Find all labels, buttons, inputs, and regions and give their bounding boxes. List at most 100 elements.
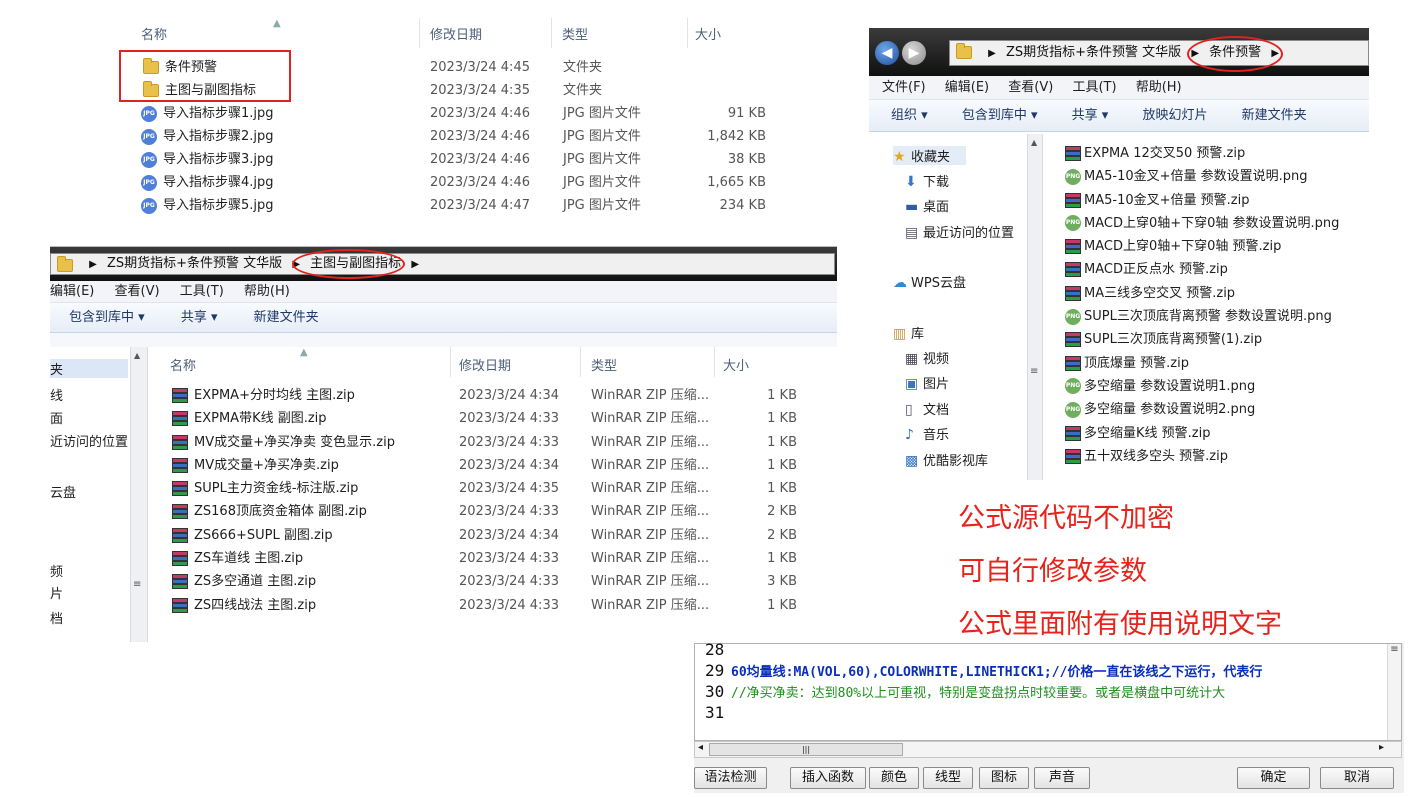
nav-item[interactable]: ▦ 视频	[905, 348, 949, 367]
file-row[interactable]: MV成交量+净买净卖 变色显示.zip 2023/3/24 4:33 WinRAR …	[148, 431, 837, 454]
code-line[interactable]: 28	[705, 639, 1395, 660]
nav-item[interactable]: 近访问的位置	[50, 431, 128, 450]
address-box[interactable]: ▶ ZS期货指标+条件预警 文华版 ▶ 条件预警 ▶	[949, 40, 1369, 66]
scroll-right-icon[interactable]: ▸	[1379, 742, 1384, 753]
column-header-date[interactable]: 修改日期	[459, 355, 511, 374]
nav-item[interactable]: 云盘	[50, 482, 76, 501]
file-row[interactable]: ZS四线战法 主图.zip 2023/3/24 4:33 WinRAR ZIP 压缩…	[148, 594, 837, 617]
file-row[interactable]: JPG 导入指标步骤3.jpg 2023/3/24 4:46 JPG 图片文件 38 K…	[123, 148, 788, 171]
line-type-button[interactable]: 线型	[923, 767, 973, 789]
nav-item[interactable]: ▬ 桌面	[905, 196, 949, 215]
file-row[interactable]: PNG SUPL三次顶底背离预警 参数设置说明.png	[1065, 305, 1369, 328]
file-row[interactable]: JPG 导入指标步骤5.jpg 2023/3/24 4:47 JPG 图片文件 234 …	[123, 194, 788, 217]
nav-item[interactable]: 面	[50, 408, 63, 427]
slideshow-button[interactable]: 放映幻灯片	[1142, 108, 1207, 123]
file-row[interactable]: MA三线多空交叉 预警.zip	[1065, 282, 1369, 305]
file-row[interactable]: EXPMA 12交叉50 预警.zip	[1065, 142, 1369, 165]
file-row[interactable]: EXPMA带K线 副图.zip 2023/3/24 4:33 WinRAR ZIP …	[148, 407, 837, 430]
vertical-scrollbar[interactable]: ≡	[1387, 644, 1401, 740]
nav-item[interactable]: 线	[50, 385, 63, 404]
nav-item[interactable]: 频	[50, 561, 63, 580]
nav-item[interactable]: 夹	[50, 359, 128, 378]
menu-tools[interactable]: 工具(T)	[180, 284, 224, 299]
code-line[interactable]: 30 //净买净卖：达到80%以上可重视，特别是变盘拐点时较重要。或者是横盘中可统…	[705, 681, 1395, 702]
nav-item[interactable]: ★ 收藏夹	[893, 146, 967, 165]
file-row[interactable]: JPG 导入指标步骤2.jpg 2023/3/24 4:46 JPG 图片文件 1,84…	[123, 125, 788, 148]
address-box[interactable]: ▶ ZS期货指标+条件预警 文华版 ▶ 主图与副图指标 ▶	[50, 253, 835, 275]
file-row[interactable]: SUPL三次顶底背离预警(1).zip	[1065, 328, 1369, 351]
file-row[interactable]: ZS168顶底资金箱体 副图.zip 2023/3/24 4:33 WinRAR Z…	[148, 500, 837, 523]
nav-item[interactable]: ⬇ 下载	[905, 171, 949, 190]
column-header-size[interactable]: 大小	[695, 24, 721, 43]
share-button[interactable]: 共享 ▾	[1072, 108, 1109, 123]
back-button[interactable]: ◀	[875, 41, 899, 65]
share-button[interactable]: 共享 ▾	[181, 310, 218, 325]
horizontal-scrollbar[interactable]: ◂ ||| ▸	[694, 741, 1402, 758]
file-row[interactable]: MA5-10金叉+倍量 预警.zip	[1065, 189, 1369, 212]
forward-button[interactable]: ▶	[902, 41, 926, 65]
new-folder-button[interactable]: 新建文件夹	[254, 310, 319, 325]
file-row[interactable]: ZS666+SUPL 副图.zip 2023/3/24 4:34 WinRAR ZI…	[148, 524, 837, 547]
breadcrumb-item[interactable]: ZS期货指标+条件预警 文华版	[107, 256, 282, 271]
nav-item[interactable]: ▩ 优酷影视库	[905, 450, 988, 469]
file-row[interactable]: ZS车道线 主图.zip 2023/3/24 4:33 WinRAR ZIP 压缩.…	[148, 547, 837, 570]
menu-view[interactable]: 查看(V)	[1008, 80, 1053, 95]
file-row[interactable]: PNG MACD上穿0轴+下穿0轴 参数设置说明.png	[1065, 212, 1369, 235]
menu-help[interactable]: 帮助(H)	[244, 284, 290, 299]
file-row[interactable]: MV成交量+净买净卖.zip 2023/3/24 4:34 WinRAR ZIP 压…	[148, 454, 837, 477]
file-row[interactable]: PNG MA5-10金叉+倍量 参数设置说明.png	[1065, 165, 1369, 188]
column-header-type[interactable]: 类型	[562, 24, 588, 43]
file-row[interactable]: MACD上穿0轴+下穿0轴 预警.zip	[1065, 235, 1369, 258]
code-line[interactable]: 29 60均量线:MA(VOL,60),COLORWHITE,LINETHICK1…	[705, 660, 1395, 681]
file-row[interactable]: ZS多空通道 主图.zip 2023/3/24 4:33 WinRAR ZIP 压缩…	[148, 570, 837, 593]
menu-view[interactable]: 查看(V)	[115, 284, 160, 299]
nav-item[interactable]: ▥ 库	[893, 323, 924, 342]
file-row[interactable]: JPG 导入指标步骤1.jpg 2023/3/24 4:46 JPG 图片文件 91 K…	[123, 102, 788, 125]
code-line[interactable]: 31	[705, 702, 1395, 723]
organize-button[interactable]: 组织 ▾	[891, 108, 928, 123]
nav-scrollbar[interactable]: ▲ ≡	[130, 347, 148, 642]
file-row[interactable]: MACD正反点水 预警.zip	[1065, 258, 1369, 281]
include-in-library-button[interactable]: 包含到库中 ▾	[69, 310, 145, 325]
nav-item[interactable]: ▣ 图片	[905, 373, 949, 392]
menu-edit[interactable]: 编辑(E)	[50, 284, 94, 299]
column-header-date[interactable]: 修改日期	[430, 24, 482, 43]
file-row[interactable]: JPG 导入指标步骤4.jpg 2023/3/24 4:46 JPG 图片文件 1,66…	[123, 171, 788, 194]
breadcrumb-item[interactable]: ZS期货指标+条件预警 文华版	[1006, 45, 1181, 60]
file-row[interactable]: SUPL主力资金线-标注版.zip 2023/3/24 4:35 WinRAR ZI…	[148, 477, 837, 500]
nav-scrollbar[interactable]: ▲ ≡	[1027, 134, 1043, 480]
nav-item[interactable]: 档	[50, 608, 63, 627]
scroll-up-icon[interactable]: ▲	[1031, 138, 1037, 147]
file-row[interactable]: PNG 多空缩量 参数设置说明2.png	[1065, 398, 1369, 421]
file-row[interactable]: PNG 多空缩量 参数设置说明1.png	[1065, 375, 1369, 398]
nav-item[interactable]: 片	[50, 583, 63, 602]
column-header-name[interactable]: 名称	[141, 24, 167, 43]
file-row[interactable]: 五十双线多空头 预警.zip	[1065, 445, 1369, 468]
menu-help[interactable]: 帮助(H)	[1136, 80, 1182, 95]
scroll-up-icon[interactable]: ▲	[134, 351, 140, 360]
ok-button[interactable]: 确定	[1237, 767, 1310, 789]
nav-item[interactable]: ♪ 音乐	[905, 424, 949, 443]
nav-item[interactable]: ▤ 最近访问的位置	[905, 222, 1014, 241]
file-row[interactable]: EXPMA+分时均线 主图.zip 2023/3/24 4:34 WinRAR ZI…	[148, 384, 837, 407]
menu-file[interactable]: 文件(F)	[882, 80, 926, 95]
new-folder-button[interactable]: 新建文件夹	[1242, 108, 1307, 123]
cancel-button[interactable]: 取消	[1320, 767, 1394, 789]
column-header-name[interactable]: 名称	[170, 355, 196, 374]
menu-tools[interactable]: 工具(T)	[1072, 80, 1116, 95]
color-button[interactable]: 颜色	[869, 767, 919, 789]
scroll-left-icon[interactable]: ◂	[698, 742, 703, 753]
code-area[interactable]: 28 29 60均量线:MA(VOL,60),COLORWHITE,LINETHIC…	[694, 640, 1402, 741]
scroll-thumb[interactable]: |||	[709, 743, 903, 756]
insert-function-button[interactable]: 插入函数	[790, 767, 866, 789]
file-row[interactable]: 多空缩量K线 预警.zip	[1065, 422, 1369, 445]
syntax-check-button[interactable]: 语法检测	[694, 767, 767, 789]
include-in-library-button[interactable]: 包含到库中 ▾	[962, 108, 1038, 123]
nav-item[interactable]: ▯ 文档	[905, 399, 949, 418]
menu-edit[interactable]: 编辑(E)	[945, 80, 989, 95]
nav-item[interactable]: ☁ WPS云盘	[893, 272, 966, 291]
column-header-size[interactable]: 大小	[723, 355, 749, 374]
column-header-type[interactable]: 类型	[591, 355, 617, 374]
sound-button[interactable]: 声音	[1034, 767, 1090, 789]
file-row[interactable]: 顶底爆量 预警.zip	[1065, 352, 1369, 375]
